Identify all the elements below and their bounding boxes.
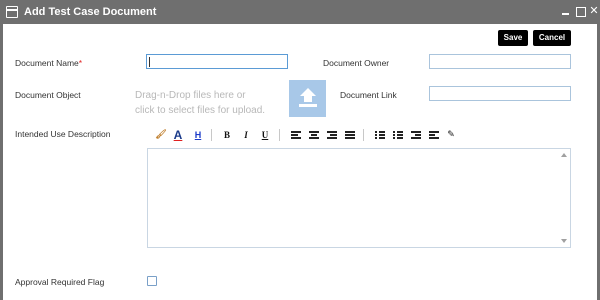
- document-owner-label: Document Owner: [323, 58, 390, 68]
- scroll-up-icon[interactable]: [561, 153, 567, 157]
- document-link-input[interactable]: [429, 86, 571, 101]
- file-drop-zone[interactable]: Drag-n-Drop files here or click to selec…: [135, 88, 285, 118]
- outdent-icon[interactable]: [429, 131, 439, 139]
- intended-use-label: Intended Use Description: [15, 129, 111, 139]
- document-name-input[interactable]: [146, 54, 288, 69]
- save-button[interactable]: Save: [498, 30, 528, 46]
- align-justify-icon[interactable]: [345, 131, 355, 139]
- underline-button[interactable]: U: [259, 127, 271, 143]
- text-caret: [149, 57, 150, 67]
- approval-flag-label: Approval Required Flag: [15, 277, 105, 287]
- upload-arrow-stem: [304, 96, 312, 102]
- close-icon[interactable]: ✕: [588, 4, 600, 18]
- dialog-frame-left: [0, 24, 3, 300]
- cancel-button[interactable]: Cancel: [533, 30, 571, 46]
- upload-button[interactable]: [289, 80, 326, 117]
- approval-required-checkbox[interactable]: [147, 276, 157, 286]
- document-link-label: Document Link: [340, 90, 397, 100]
- bulleted-list-icon[interactable]: [393, 131, 403, 139]
- drop-hint-line-2: click to select files for upload.: [135, 105, 266, 116]
- document-name-label: Document Name*: [15, 57, 82, 69]
- maximize-icon[interactable]: [574, 4, 586, 18]
- toolbar-separator: [363, 129, 364, 141]
- upload-arrow-icon: [300, 88, 316, 96]
- highlight-button[interactable]: H: [192, 127, 204, 143]
- numbered-list-icon[interactable]: [375, 131, 385, 139]
- align-right-icon[interactable]: [327, 131, 337, 139]
- format-painter-icon[interactable]: 🖌: [155, 127, 167, 143]
- intended-use-editor[interactable]: [147, 148, 571, 248]
- required-marker: *: [78, 58, 83, 68]
- toolbar-separator: [211, 129, 212, 141]
- indent-icon[interactable]: [411, 131, 421, 139]
- document-window-icon: [6, 6, 18, 18]
- dialog-title: Add Test Case Document: [24, 6, 157, 18]
- align-center-icon[interactable]: [309, 131, 319, 139]
- document-name-label-text: Document Name: [15, 58, 79, 68]
- dialog-titlebar[interactable]: Add Test Case Document ✕: [0, 0, 600, 24]
- document-object-label: Document Object: [15, 90, 81, 100]
- minimize-icon[interactable]: [560, 4, 572, 18]
- rich-text-toolbar: 🖌 A H B I U ✎: [147, 127, 477, 143]
- align-left-icon[interactable]: [291, 131, 301, 139]
- drop-hint-line-1: Drag-n-Drop files here or: [135, 90, 246, 101]
- scroll-down-icon[interactable]: [561, 239, 567, 243]
- upload-base-line: [299, 104, 317, 107]
- italic-button[interactable]: I: [240, 127, 252, 143]
- bold-button[interactable]: B: [221, 127, 233, 143]
- toolbar-separator: [279, 129, 280, 141]
- clear-formatting-icon[interactable]: ✎: [445, 127, 457, 143]
- document-owner-input[interactable]: [429, 54, 571, 69]
- font-color-button[interactable]: A: [172, 127, 184, 143]
